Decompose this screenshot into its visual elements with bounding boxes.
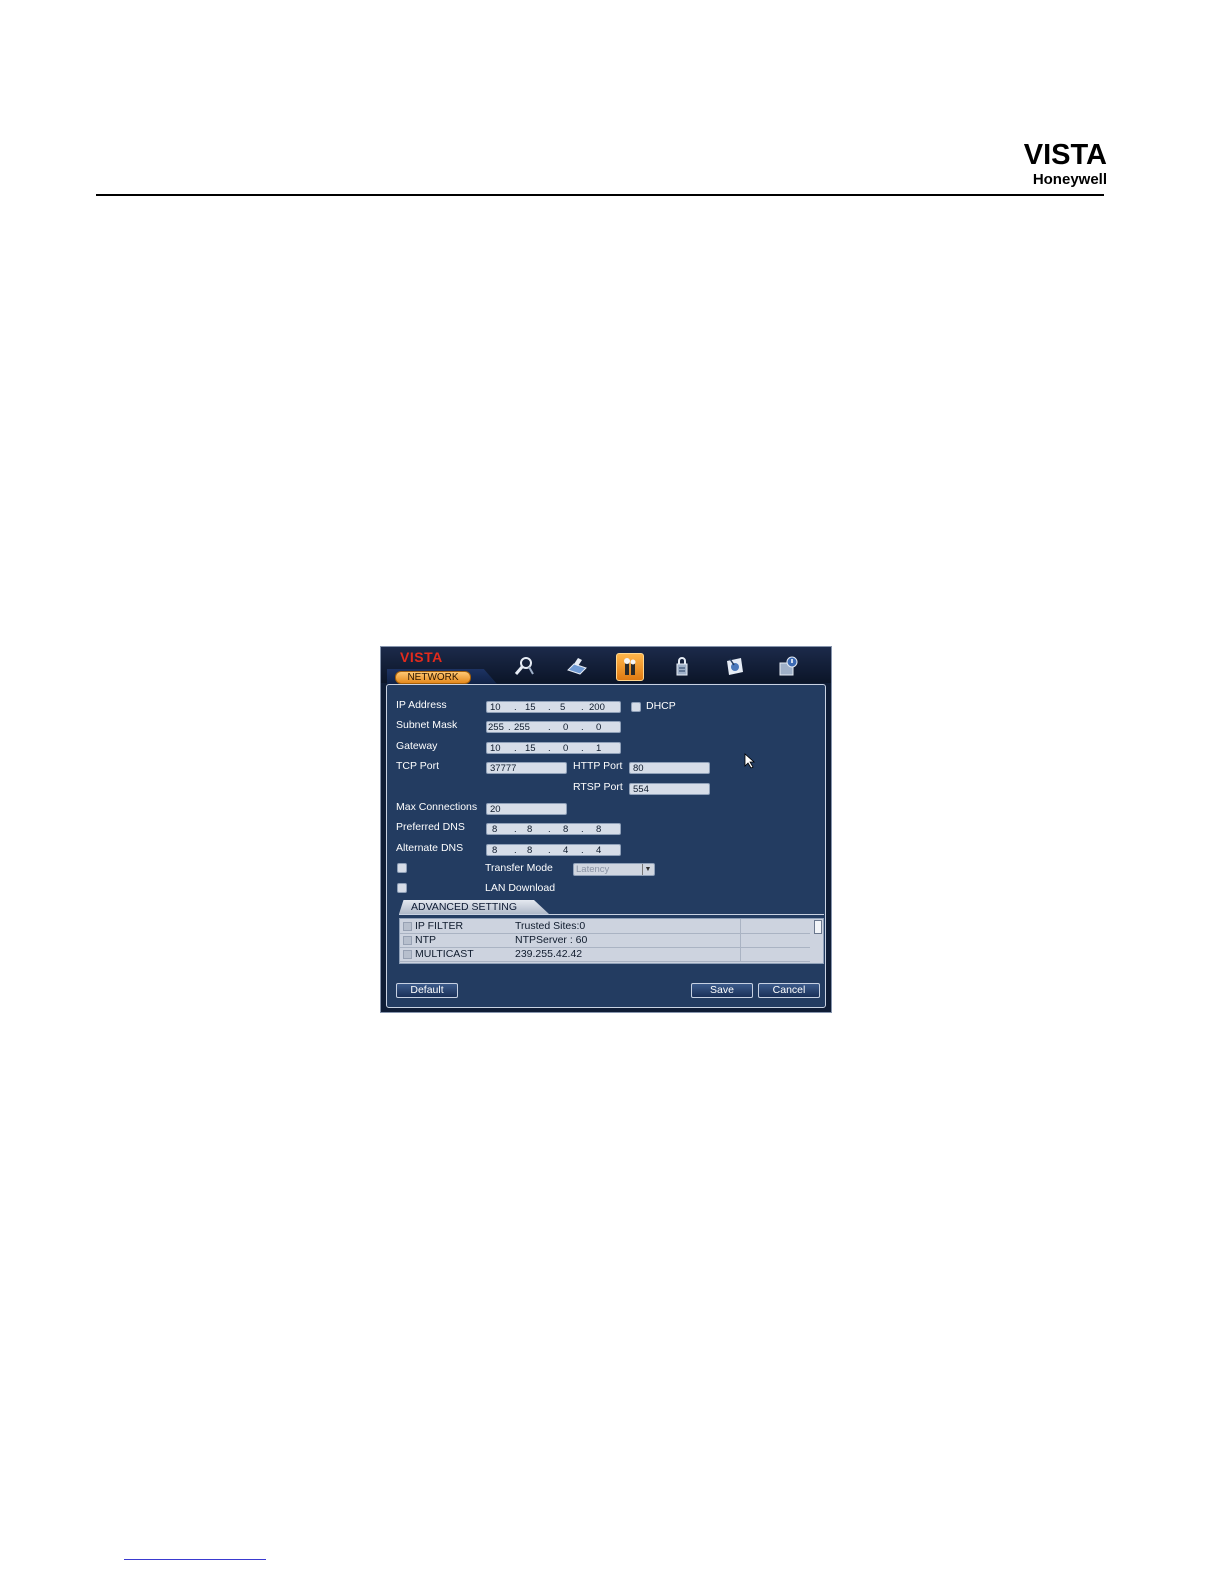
cancel-button[interactable]: Cancel (758, 983, 820, 998)
shutdown-icon[interactable] (775, 653, 801, 679)
row-marker (403, 950, 412, 959)
list-item[interactable]: MULTICAST 239.255.42.42 (400, 947, 810, 962)
list-item[interactable]: NTP NTPServer : 60 (400, 933, 810, 948)
max-connections-input[interactable]: 20 (486, 803, 567, 815)
header-rule (96, 194, 1104, 196)
network-settings-screenshot: VISTA NETWORK IP Address 10 . 15 . 5 . 2… (380, 646, 832, 1013)
tcp-port-label: TCP Port (396, 760, 439, 772)
tcp-port-input[interactable]: 37777 (486, 762, 567, 774)
search-icon[interactable] (511, 653, 537, 679)
advanced-setting-tab[interactable]: ADVANCED SETTING (399, 900, 549, 914)
top-menu-bar: VISTA NETWORK (381, 647, 831, 684)
chevron-down-icon: ▼ (642, 864, 653, 875)
alternate-dns-label: Alternate DNS (396, 842, 464, 854)
network-panel: IP Address 10 . 15 . 5 . 200 DHCP Subnet… (386, 684, 826, 1008)
dhcp-checkbox[interactable] (631, 702, 641, 712)
row-marker (403, 922, 412, 931)
transfer-mode-checkbox[interactable] (397, 863, 407, 873)
footer-link-underline[interactable] (124, 1559, 266, 1560)
transfer-mode-value: Latency (576, 864, 610, 875)
advanced-divider (399, 914, 824, 915)
transfer-mode-label: Transfer Mode (485, 862, 553, 874)
ip-address-label: IP Address (396, 699, 447, 711)
http-port-label: HTTP Port (573, 760, 623, 772)
gateway-label: Gateway (396, 740, 438, 752)
preferred-dns-input[interactable]: 8 . 8 . 8 . 8 (486, 823, 621, 835)
preferred-dns-label: Preferred DNS (396, 821, 465, 833)
account-icon[interactable] (669, 653, 695, 679)
rtsp-port-input[interactable]: 554 (629, 783, 710, 795)
list-scrollbar[interactable] (814, 920, 822, 934)
alternate-dns-input[interactable]: 8 . 8 . 4 . 4 (486, 844, 621, 856)
tools-icon[interactable] (616, 653, 644, 681)
dhcp-label: DHCP (646, 700, 676, 712)
lan-download-checkbox[interactable] (397, 883, 407, 893)
row-marker (403, 936, 412, 945)
mouse-pointer-icon (744, 753, 756, 774)
app-logo: VISTA (400, 649, 443, 665)
brand-company: Honeywell (1032, 171, 1107, 188)
advanced-setting-list: IP FILTER Trusted Sites:0 NTP NTPServer … (399, 918, 824, 964)
ip-address-input[interactable]: 10 . 15 . 5 . 200 (486, 701, 621, 713)
info-icon[interactable] (722, 653, 748, 679)
brand-logo: VISTA Honeywell (1007, 140, 1107, 188)
save-button[interactable]: Save (691, 983, 753, 998)
gateway-input[interactable]: 10 . 15 . 0 . 1 (486, 742, 621, 754)
record-icon[interactable] (564, 653, 590, 679)
brand-name: VISTA (1023, 139, 1107, 171)
list-item[interactable]: IP FILTER Trusted Sites:0 (400, 919, 810, 934)
max-connections-label: Max Connections (396, 801, 478, 813)
subnet-mask-label: Subnet Mask (396, 719, 458, 731)
lan-download-label: LAN Download (485, 882, 556, 894)
default-button[interactable]: Default (396, 983, 458, 998)
rtsp-port-label: RTSP Port (573, 781, 623, 793)
http-port-input[interactable]: 80 (629, 762, 710, 774)
tab-network[interactable]: NETWORK (395, 671, 471, 684)
transfer-mode-select[interactable]: Latency ▼ (573, 863, 655, 876)
subnet-mask-input[interactable]: 255 . 255 . 0 . 0 (486, 721, 621, 733)
